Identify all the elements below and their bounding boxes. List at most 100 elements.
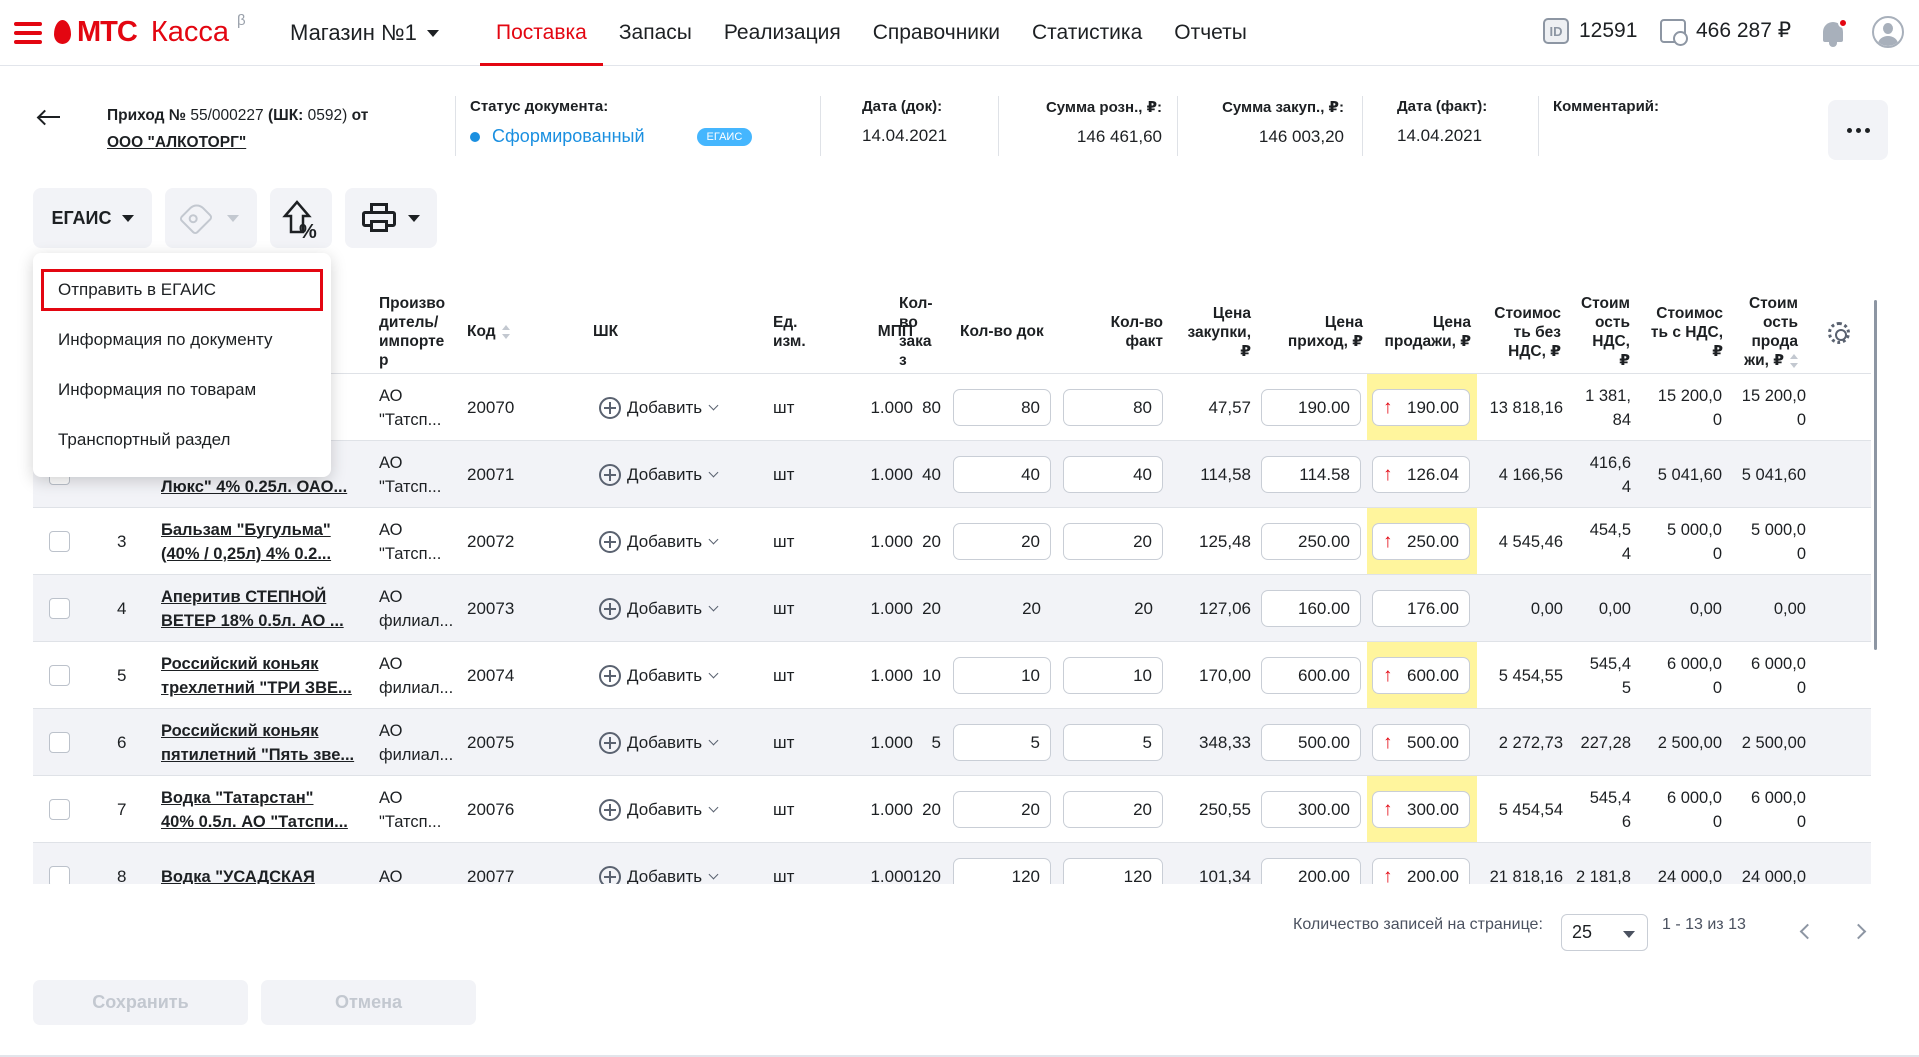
price-income-input[interactable]: 250.00 (1261, 523, 1361, 560)
price-sale-input[interactable]: ↑ 250.00 (1372, 523, 1470, 560)
store-selector[interactable]: Магазин №1 (290, 20, 439, 46)
qty-doc-input[interactable]: 120 (953, 858, 1051, 884)
nav-item-0[interactable]: Поставка (480, 0, 603, 66)
sort-icon[interactable] (501, 324, 510, 339)
price-income-input[interactable]: 500.00 (1261, 724, 1361, 761)
avatar[interactable] (1872, 16, 1904, 48)
qty-doc-input[interactable]: 40 (953, 456, 1051, 493)
egais-dropdown-button[interactable]: ЕГАИС (33, 188, 152, 248)
price-sale-input[interactable]: ↑ 126.04 (1372, 456, 1470, 493)
price-income-input[interactable]: 190.00 (1261, 389, 1361, 426)
price-sale-input[interactable]: ↑ 300.00 (1372, 791, 1470, 828)
column-header-code[interactable]: Код (467, 322, 527, 341)
settings-gear-icon[interactable] (1828, 322, 1850, 344)
product-name-link[interactable]: Российский коньяк трехлетний "ТРИ ЗВЕ... (161, 652, 371, 700)
nav-item-3[interactable]: Справочники (857, 0, 1016, 66)
row-checkbox[interactable] (49, 598, 70, 619)
column-header-cost-with-vat[interactable]: Стоимос ть с НДС, ₽ (1637, 304, 1723, 361)
add-barcode-button[interactable]: Добавить (599, 396, 719, 419)
table-scrollbar[interactable] (1874, 300, 1877, 650)
bell-icon[interactable] (1820, 18, 1848, 48)
menu-item-send-egais[interactable]: Отправить в ЕГАИС (41, 269, 323, 311)
price-income-input[interactable]: 160.00 (1261, 590, 1361, 627)
qty-doc-input[interactable]: 10 (953, 657, 1051, 694)
column-header-price-income[interactable]: Цена приход, ₽ (1263, 313, 1363, 351)
price-sale-input[interactable]: ↑ 190.00 (1372, 389, 1470, 426)
qty-fact-input[interactable]: 5 (1063, 724, 1163, 761)
column-header-qty-doc[interactable]: Кол-во док (960, 322, 1070, 341)
add-barcode-button[interactable]: Добавить (599, 731, 719, 754)
row-checkbox[interactable] (49, 799, 70, 820)
row-checkbox[interactable] (49, 732, 70, 753)
price-income-input[interactable]: 114.58 (1261, 456, 1361, 493)
qty-fact-input[interactable]: 10 (1063, 657, 1163, 694)
price-income-input[interactable]: 200.00 (1261, 858, 1361, 884)
cancel-button[interactable]: Отмена (261, 980, 476, 1025)
cost-sale-line: 5 041,60 (1741, 465, 1806, 484)
checkbox-cell (49, 642, 79, 709)
qty-doc-input[interactable]: 20 (953, 791, 1051, 828)
more-button[interactable] (1828, 100, 1888, 160)
product-name-link[interactable]: Бальзам "Бугульма" (40% / 0,25л) 4% 0.2..… (161, 518, 371, 566)
column-header-unit[interactable]: Ед. изм. (773, 313, 823, 351)
qty-fact-input[interactable]: 20 (1063, 523, 1163, 560)
row-checkbox[interactable] (49, 665, 70, 686)
price-sale-input[interactable]: ↑ 600.00 (1372, 657, 1470, 694)
nav-item-4[interactable]: Статистика (1016, 0, 1158, 66)
per-page-select[interactable]: 25 (1561, 914, 1648, 951)
back-arrow-icon[interactable] (36, 104, 62, 130)
column-header-price-sale[interactable]: Цена продажи, ₽ (1369, 313, 1471, 351)
qty-fact-input[interactable]: 80 (1063, 389, 1163, 426)
qty-doc-input[interactable]: 80 (953, 389, 1051, 426)
menu-item-transport[interactable]: Транспортный раздел (33, 415, 331, 465)
menu-item-goods-info[interactable]: Информация по товарам (33, 365, 331, 415)
menu-item-doc-info[interactable]: Информация по документу (33, 315, 331, 365)
column-header-qty-fact[interactable]: Кол-во факт (1083, 313, 1163, 351)
chevron-down-icon (121, 214, 134, 222)
markup-button[interactable]: % (270, 188, 332, 248)
add-barcode-button[interactable]: Добавить (599, 865, 719, 884)
supplier-link[interactable]: ООО "АЛКОТОРГ" (107, 134, 246, 151)
price-tag-button[interactable] (165, 188, 257, 248)
product-name-link[interactable]: Российский коньяк пятилетний "Пять зве... (161, 719, 371, 767)
price-sale-input[interactable]: ↑ 500.00 (1372, 724, 1470, 761)
column-header-price-purchase[interactable]: Цена закупки, ₽ (1173, 304, 1251, 361)
product-name-line: трехлетний "ТРИ ЗВЕ... (161, 678, 352, 697)
prev-page-icon[interactable] (1799, 923, 1816, 940)
nav-item-1[interactable]: Запасы (603, 0, 708, 66)
save-button[interactable]: Сохранить (33, 980, 248, 1025)
product-name-link[interactable]: Аперитив СТЕПНОЙ ВЕТЕР 18% 0.5л. АО ... (161, 585, 371, 633)
qty-fact-input[interactable]: 40 (1063, 456, 1163, 493)
column-header-barcode[interactable]: ШК (593, 322, 633, 341)
add-barcode-button[interactable]: Добавить (599, 798, 719, 821)
qty-fact-input[interactable]: 20 (1063, 791, 1163, 828)
add-barcode-button[interactable]: Добавить (599, 597, 719, 620)
column-header-qty-order[interactable]: Кол-во зака з (899, 294, 941, 370)
price-income-input[interactable]: 600.00 (1261, 657, 1361, 694)
add-barcode-button[interactable]: Добавить (599, 664, 719, 687)
column-header-cost-vat[interactable]: Стоим ость НДС, ₽ (1570, 294, 1630, 370)
price-income-input[interactable]: 300.00 (1261, 791, 1361, 828)
product-name-link[interactable]: Водка "Татарстан" 40% 0.5л. АО "Татспи... (161, 786, 371, 834)
sort-icon[interactable] (1790, 353, 1798, 368)
add-barcode-button[interactable]: Добавить (599, 530, 719, 553)
logo[interactable]: МТС Касса β (54, 12, 246, 50)
menu-icon[interactable] (14, 22, 42, 44)
row-checkbox[interactable] (49, 531, 70, 552)
column-header-manufacturer[interactable]: Произво дитель/импорте р (379, 294, 459, 370)
price-sale-input[interactable]: ↑ 200.00 (1372, 858, 1470, 884)
column-header-cost-no-vat[interactable]: Стоимос ть без НДС, ₽ (1481, 304, 1561, 361)
print-button[interactable] (345, 188, 437, 248)
nav-item-5[interactable]: Отчеты (1158, 0, 1263, 66)
add-barcode-button[interactable]: Добавить (599, 463, 719, 486)
qty-doc-input[interactable]: 5 (953, 724, 1051, 761)
product-name-link[interactable]: Водка "УСАДСКАЯ (161, 865, 371, 885)
qty-fact-input[interactable]: 120 (1063, 858, 1163, 884)
qty-doc-input[interactable]: 20 (953, 523, 1051, 560)
row-checkbox[interactable] (49, 866, 70, 884)
nav-item-2[interactable]: Реализация (708, 0, 857, 66)
date-fact-value: 14.04.2021 (1397, 126, 1483, 145)
price-sale-input[interactable]: 176.00 (1372, 590, 1470, 627)
next-page-icon[interactable] (1850, 923, 1867, 940)
column-header-cost-sale[interactable]: Стоим ость прода жи, ₽ (1726, 294, 1798, 370)
